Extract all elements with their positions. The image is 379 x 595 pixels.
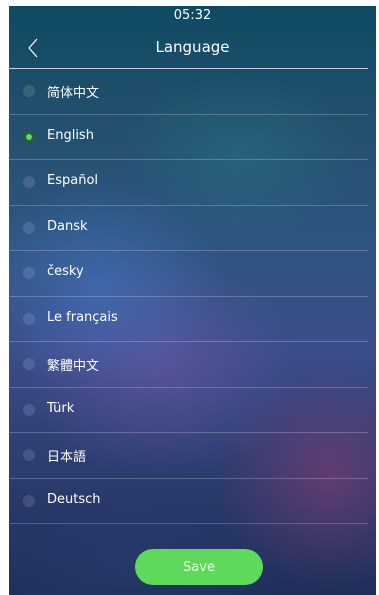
language-label: English <box>47 127 94 143</box>
status-bar-time: 05:32 <box>173 8 212 23</box>
language-item[interactable]: 简体中文 <box>9 69 368 115</box>
language-label: 日本語 <box>47 450 87 465</box>
language-item[interactable]: Deutsch <box>9 479 368 524</box>
radio-button[interactable] <box>23 403 35 416</box>
radio-button[interactable] <box>23 85 35 97</box>
language-label: Deutsch <box>47 491 101 507</box>
language-label: Türk <box>47 400 75 416</box>
radio-button[interactable] <box>23 221 35 234</box>
language-label: 繁體中文 <box>47 359 100 374</box>
language-item[interactable]: 日本語 <box>9 433 368 479</box>
page-title: Language <box>155 38 230 56</box>
language-label: 简体中文 <box>47 86 100 101</box>
language-item[interactable]: English <box>9 115 368 160</box>
save-button[interactable]: Save <box>135 549 263 585</box>
language-label: česky <box>47 264 84 279</box>
screen: 05:32 Language 简体中文 English Español Dans… <box>9 6 376 595</box>
radio-button[interactable] <box>23 358 35 370</box>
language-label: Le français <box>47 309 118 325</box>
radio-button[interactable] <box>23 130 35 143</box>
language-item[interactable]: Türk <box>9 388 368 433</box>
header: Language <box>9 28 376 68</box>
language-list: 简体中文 English Español Dansk česky Le fran… <box>9 69 376 524</box>
language-item[interactable]: Español <box>9 160 368 206</box>
language-label: Dansk <box>47 218 88 234</box>
radio-button[interactable] <box>23 267 35 279</box>
language-label: Español <box>47 173 99 188</box>
radio-button[interactable] <box>23 176 35 188</box>
radio-button[interactable] <box>23 449 35 461</box>
radio-button[interactable] <box>23 312 35 325</box>
language-item[interactable]: 繁體中文 <box>9 342 368 388</box>
language-item[interactable]: česky <box>9 251 368 297</box>
radio-button[interactable] <box>23 494 35 507</box>
language-item[interactable]: Dansk <box>9 206 368 251</box>
language-item[interactable]: Le français <box>9 297 368 342</box>
